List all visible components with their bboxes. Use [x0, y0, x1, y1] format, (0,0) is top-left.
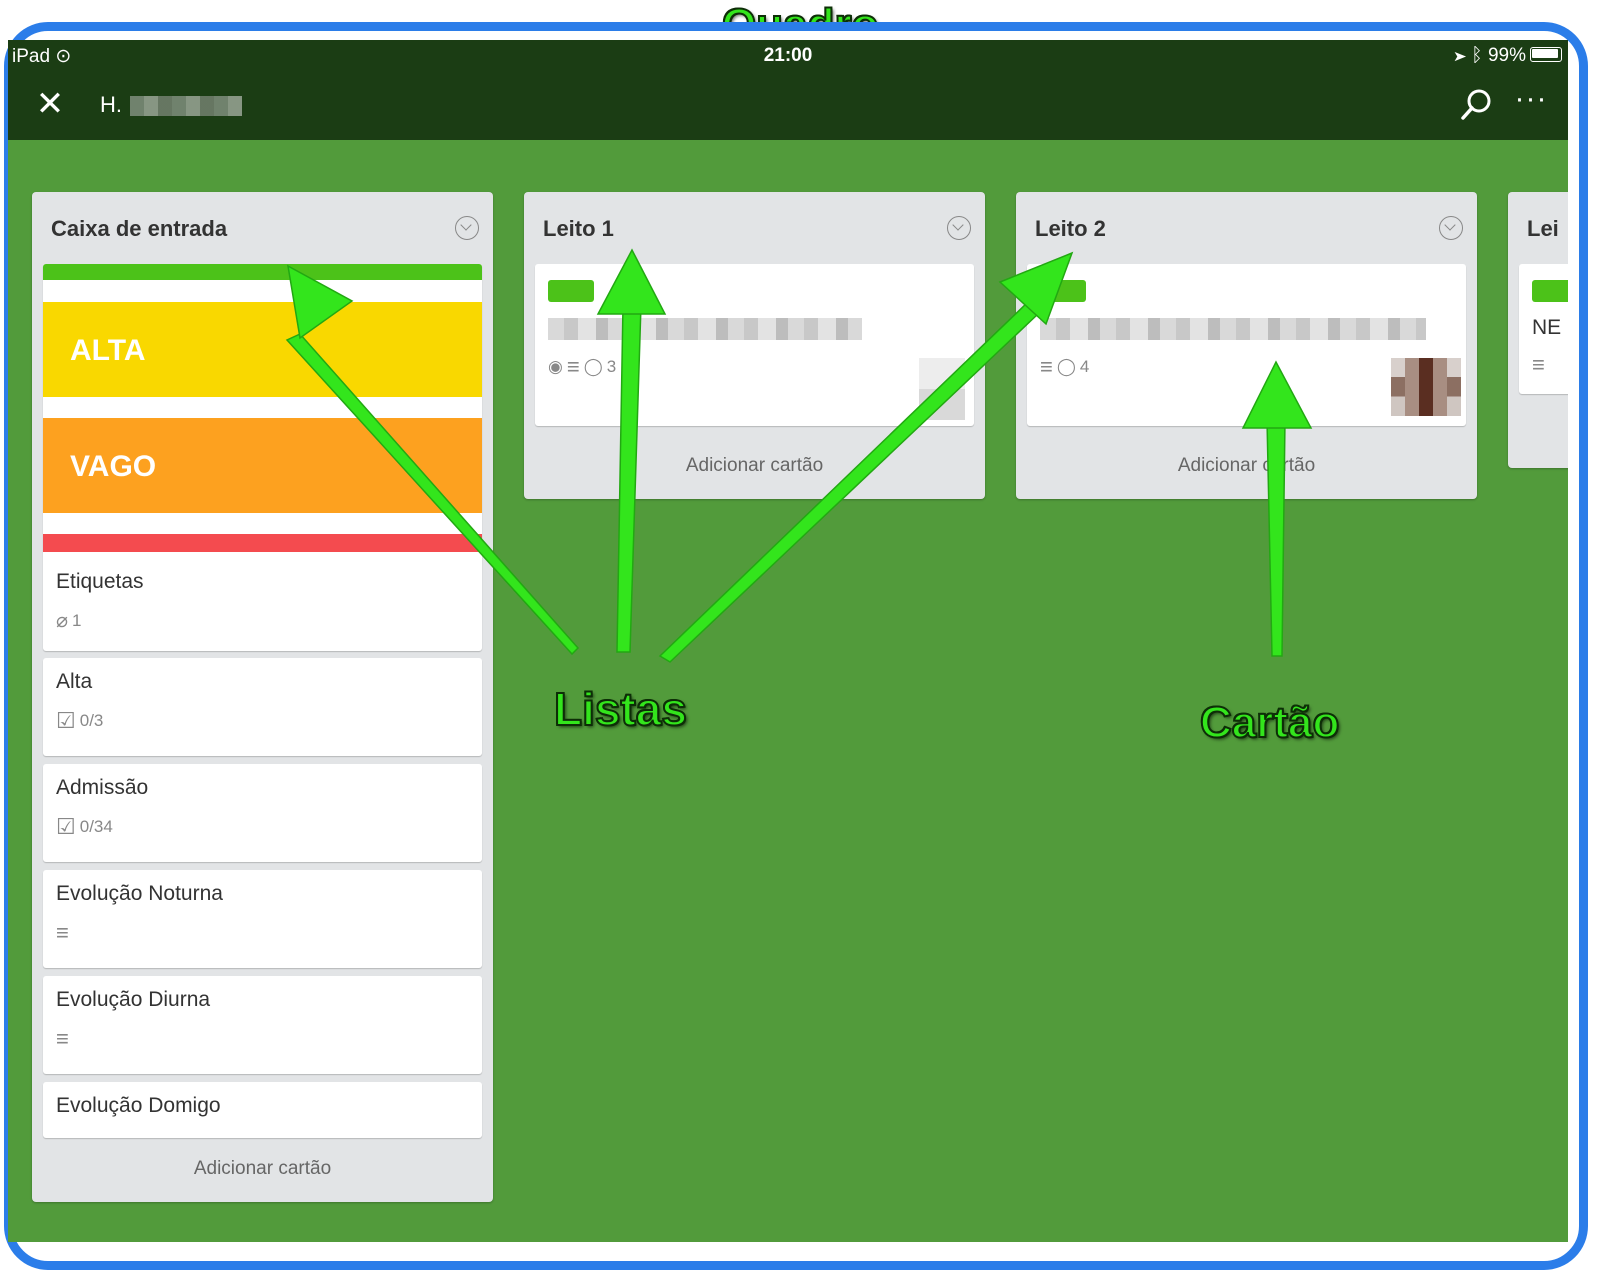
arrow-to-list-2-head [596, 248, 667, 315]
arrow-to-card-head [1241, 360, 1313, 429]
arrow-to-list-3 [658, 300, 1040, 663]
arrow-to-list-2 [616, 304, 642, 653]
annotation-arrows [285, 248, 1313, 663]
annotation-cartao: Cartão [1199, 697, 1340, 748]
arrow-to-list-1 [285, 333, 580, 656]
arrow-to-list-3-head [998, 251, 1074, 326]
arrow-to-card [1266, 419, 1286, 657]
arrow-to-list-1-head [287, 264, 354, 340]
annotation-listas: Listas [553, 682, 688, 736]
